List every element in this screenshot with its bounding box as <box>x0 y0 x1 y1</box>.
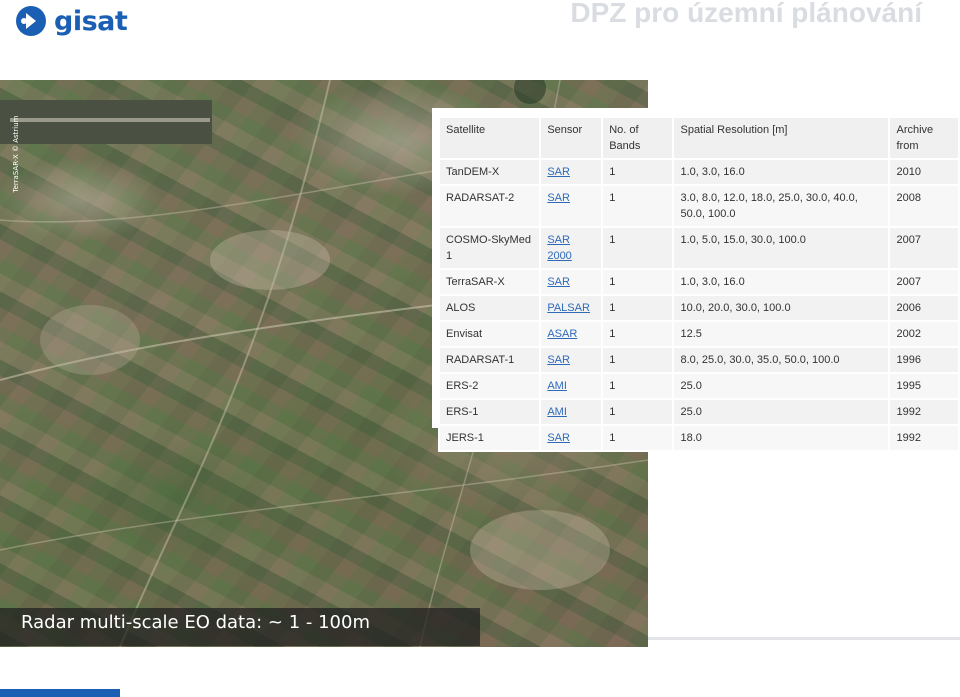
cell-resolution: 3.0, 8.0, 12.0, 18.0, 25.0, 30.0, 40.0, … <box>672 184 891 228</box>
cell-archive: 2006 <box>888 294 960 322</box>
table-row: TanDEM-X SAR 1 1.0, 3.0, 16.0 2010 <box>437 158 960 186</box>
cell-sensor: SAR <box>539 268 604 296</box>
sensor-link[interactable]: SAR <box>547 166 570 178</box>
header-satellite: Satellite <box>437 116 542 160</box>
cell-bands: 1 <box>601 320 675 348</box>
cell-resolution: 1.0, 3.0, 16.0 <box>672 158 891 186</box>
sensor-link[interactable]: SAR <box>547 354 570 366</box>
cell-bands: 1 <box>601 226 675 270</box>
cell-bands: 1 <box>601 372 675 400</box>
sensor-link[interactable]: SAR <box>547 276 570 288</box>
cell-satellite: ERS-1 <box>437 398 542 426</box>
cell-satellite: COSMO-SkyMed 1 <box>437 226 542 270</box>
cell-sensor: SAR <box>539 184 604 228</box>
logo-text: gisat <box>54 5 128 37</box>
cell-bands: 1 <box>601 184 675 228</box>
sensor-link[interactable]: AMI <box>547 380 567 392</box>
cell-archive: 1992 <box>888 424 960 452</box>
image-credit: TerraSAR-X © Astrium <box>12 115 20 193</box>
header-archive: Archive from <box>888 116 960 160</box>
table-row: ERS-1 AMI 1 25.0 1992 <box>437 398 960 426</box>
table-row: TerraSAR-X SAR 1 1.0, 3.0, 16.0 2007 <box>437 268 960 296</box>
cell-archive: 2007 <box>888 226 960 270</box>
cell-bands: 1 <box>601 346 675 374</box>
table-row: COSMO-SkyMed 1 SAR 2000 1 1.0, 5.0, 15.0… <box>437 226 960 270</box>
table-header-row: Satellite Sensor No. of Bands Spatial Re… <box>437 116 960 160</box>
cell-bands: 1 <box>601 398 675 426</box>
satellite-table-panel: Satellite Sensor No. of Bands Spatial Re… <box>432 108 960 452</box>
cell-sensor: PALSAR <box>539 294 604 322</box>
cell-satellite: ERS-2 <box>437 372 542 400</box>
cell-bands: 1 <box>601 294 675 322</box>
cell-resolution: 8.0, 25.0, 30.0, 35.0, 50.0, 100.0 <box>672 346 891 374</box>
cell-archive: 2002 <box>888 320 960 348</box>
cell-satellite: RADARSAT-1 <box>437 346 542 374</box>
table-row: Envisat ASAR 1 12.5 2002 <box>437 320 960 348</box>
cell-sensor: SAR <box>539 158 604 186</box>
cell-resolution: 1.0, 3.0, 16.0 <box>672 268 891 296</box>
footer-accent-bar <box>0 689 120 697</box>
cell-sensor: ASAR <box>539 320 604 348</box>
cell-archive: 1995 <box>888 372 960 400</box>
satellite-table: Satellite Sensor No. of Bands Spatial Re… <box>437 116 960 452</box>
cell-archive: 1996 <box>888 346 960 374</box>
gisat-logo-icon <box>16 6 46 36</box>
cell-satellite: ALOS <box>437 294 542 322</box>
cell-sensor: AMI <box>539 372 604 400</box>
sensor-link[interactable]: ASAR <box>547 328 577 340</box>
sensor-link[interactable]: SAR <box>547 432 570 444</box>
cell-archive: 2010 <box>888 158 960 186</box>
table-row: ALOS PALSAR 1 10.0, 20.0, 30.0, 100.0 20… <box>437 294 960 322</box>
table-row: ERS-2 AMI 1 25.0 1995 <box>437 372 960 400</box>
cell-bands: 1 <box>601 268 675 296</box>
cell-satellite: JERS-1 <box>437 424 542 452</box>
divider-line <box>648 637 960 640</box>
cell-satellite: TanDEM-X <box>437 158 542 186</box>
sensor-link[interactable]: PALSAR <box>547 302 590 314</box>
cell-sensor: SAR <box>539 424 604 452</box>
table-row: RADARSAT-1 SAR 1 8.0, 25.0, 30.0, 35.0, … <box>437 346 960 374</box>
cell-resolution: 10.0, 20.0, 30.0, 100.0 <box>672 294 891 322</box>
cell-bands: 1 <box>601 158 675 186</box>
cell-satellite: RADARSAT-2 <box>437 184 542 228</box>
image-caption: Radar multi-scale EO data: ~ 1 - 100m <box>21 612 370 633</box>
cell-archive: 2008 <box>888 184 960 228</box>
header-bands: No. of Bands <box>601 116 675 160</box>
cell-resolution: 18.0 <box>672 424 891 452</box>
slide-title: DPZ pro územní plánování <box>570 0 922 28</box>
cell-resolution: 25.0 <box>672 398 891 426</box>
header-sensor: Sensor <box>539 116 604 160</box>
cell-satellite: TerraSAR-X <box>437 268 542 296</box>
sensor-link[interactable]: AMI <box>547 406 567 418</box>
cell-satellite: Envisat <box>437 320 542 348</box>
cell-resolution: 25.0 <box>672 372 891 400</box>
cell-sensor: AMI <box>539 398 604 426</box>
cell-archive: 2007 <box>888 268 960 296</box>
cell-resolution: 1.0, 5.0, 15.0, 30.0, 100.0 <box>672 226 891 270</box>
table-row: JERS-1 SAR 1 18.0 1992 <box>437 424 960 452</box>
table-row: RADARSAT-2 SAR 1 3.0, 8.0, 12.0, 18.0, 2… <box>437 184 960 228</box>
sensor-link[interactable]: SAR 2000 <box>547 234 571 262</box>
cell-resolution: 12.5 <box>672 320 891 348</box>
gisat-logo: gisat <box>14 4 128 38</box>
cell-sensor: SAR 2000 <box>539 226 604 270</box>
cell-archive: 1992 <box>888 398 960 426</box>
cell-bands: 1 <box>601 424 675 452</box>
cell-sensor: SAR <box>539 346 604 374</box>
header-resolution: Spatial Resolution [m] <box>672 116 891 160</box>
sensor-link[interactable]: SAR <box>547 192 570 204</box>
